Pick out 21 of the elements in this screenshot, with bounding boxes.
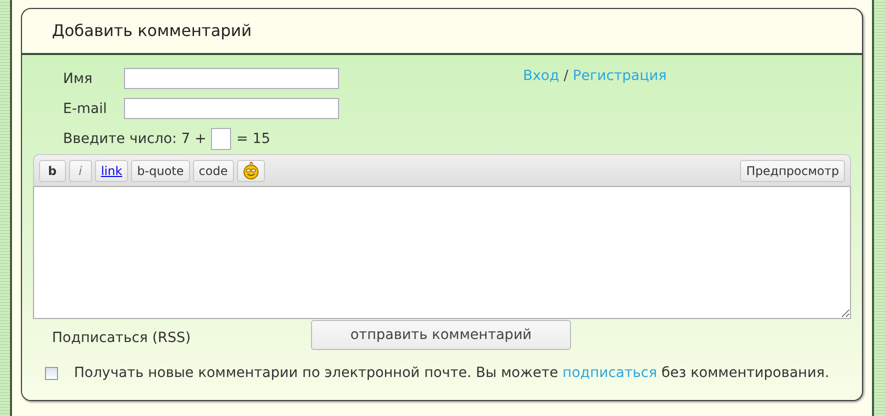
format-button[interactable]: b-quote bbox=[131, 160, 190, 182]
field-label: Имя bbox=[63, 70, 94, 86]
submit-button[interactable]: отправить комментарий bbox=[311, 320, 571, 350]
format-button[interactable]: code bbox=[192, 160, 234, 182]
text-field[interactable] bbox=[124, 98, 339, 119]
subscribe-text: Получать новые комментарии по электронной почте. Вы можете подписаться без комментирования. bbox=[74, 365, 830, 381]
smiley-button[interactable] bbox=[236, 160, 265, 182]
subscribe-checkbox[interactable] bbox=[45, 366, 58, 380]
italic-button[interactable]: i bbox=[68, 160, 92, 182]
link-separator: / bbox=[564, 68, 568, 84]
field-label: E-mail bbox=[63, 100, 108, 116]
preview-button[interactable]: Предпросмотр bbox=[740, 160, 845, 182]
text-field[interactable] bbox=[124, 68, 339, 89]
panel-title: Добавить комментарий bbox=[52, 21, 252, 40]
captcha-field[interactable] bbox=[211, 128, 232, 150]
link-button[interactable]: link bbox=[94, 160, 128, 182]
captcha-result: = 15 bbox=[236, 131, 270, 147]
smiley-icon bbox=[242, 161, 260, 180]
rss-link[interactable]: Подписаться (RSS) bbox=[52, 330, 311, 346]
captcha-label: Введите число: 7 + bbox=[63, 131, 206, 147]
bold-button[interactable]: b bbox=[39, 160, 66, 182]
